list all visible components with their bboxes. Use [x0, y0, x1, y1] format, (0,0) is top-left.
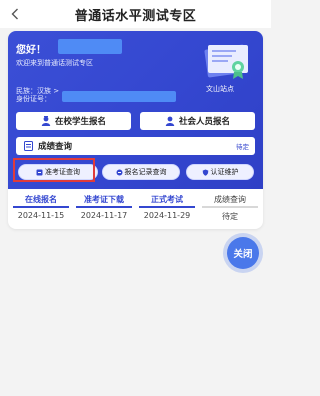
step-date: 待定 — [222, 212, 238, 221]
certification-maintenance-button[interactable]: 认证维护 — [186, 164, 254, 180]
step-underline — [76, 206, 132, 208]
signup-record-query-button[interactable]: 报名记录查询 — [102, 164, 180, 180]
student-signup-label: 在校学生报名 — [54, 117, 106, 127]
signup-record-query-label: 报名记录查询 — [124, 168, 167, 176]
document-icon — [24, 141, 33, 151]
timeline-step: 正式考试 2024-11-29 — [135, 194, 199, 220]
step-underline — [139, 206, 195, 208]
greeting-text: 您好！ — [16, 45, 46, 56]
student-icon — [41, 116, 51, 126]
public-signup-label: 社会人员报名 — [178, 117, 230, 127]
page-title: 普通话水平测试专区 — [74, 8, 197, 24]
score-query-label: 成绩查询 — [38, 142, 73, 152]
timeline-step: 在线报名 2024-11-15 — [9, 194, 73, 220]
chevron-left-icon — [11, 8, 18, 20]
step-title: 在线报名 — [25, 195, 57, 204]
certificate-icon — [204, 44, 248, 79]
exam-timeline: 在线报名 2024-11-15 准考证下载 2024-11-17 正式考试 20… — [8, 194, 263, 229]
welcome-text: 欢迎来到普通话测试专区 — [16, 59, 93, 67]
score-query-bar[interactable]: 成绩查询 待定 — [16, 137, 255, 155]
step-date: 2024-11-15 — [17, 211, 65, 220]
highlight-box — [13, 158, 95, 182]
id-mask — [62, 91, 176, 102]
public-signup-button[interactable]: 社会人员报名 — [140, 112, 255, 130]
timeline-step: 成绩查询 待定 — [198, 194, 262, 222]
step-title: 正式考试 — [151, 195, 183, 204]
step-title: 准考证下载 — [84, 195, 124, 204]
shield-icon — [202, 169, 209, 176]
student-signup-button[interactable]: 在校学生报名 — [16, 112, 131, 130]
timeline-step: 准考证下载 2024-11-17 — [72, 194, 136, 220]
exam-card: 您好！ 欢迎来到普通话测试专区 民族：汉族 > 身份证号： 文山站点 在校学生报… — [8, 31, 263, 229]
step-underline — [202, 206, 258, 208]
person-icon — [165, 116, 175, 126]
name-mask — [58, 39, 122, 54]
station-label: 文山站点 — [206, 85, 234, 93]
back-button[interactable] — [6, 4, 24, 24]
step-date: 2024-11-29 — [143, 211, 191, 220]
step-title: 成绩查询 — [214, 195, 246, 204]
score-status: 待定 — [236, 143, 249, 151]
record-icon — [116, 169, 123, 176]
close-button[interactable]: 关闭 — [227, 237, 259, 269]
top-bar: 普通话水平测试专区 — [0, 0, 271, 28]
certification-maintenance-label: 认证维护 — [210, 168, 239, 176]
step-underline — [13, 206, 69, 208]
step-date: 2024-11-17 — [80, 211, 128, 220]
id-label: 身份证号： — [16, 95, 51, 103]
